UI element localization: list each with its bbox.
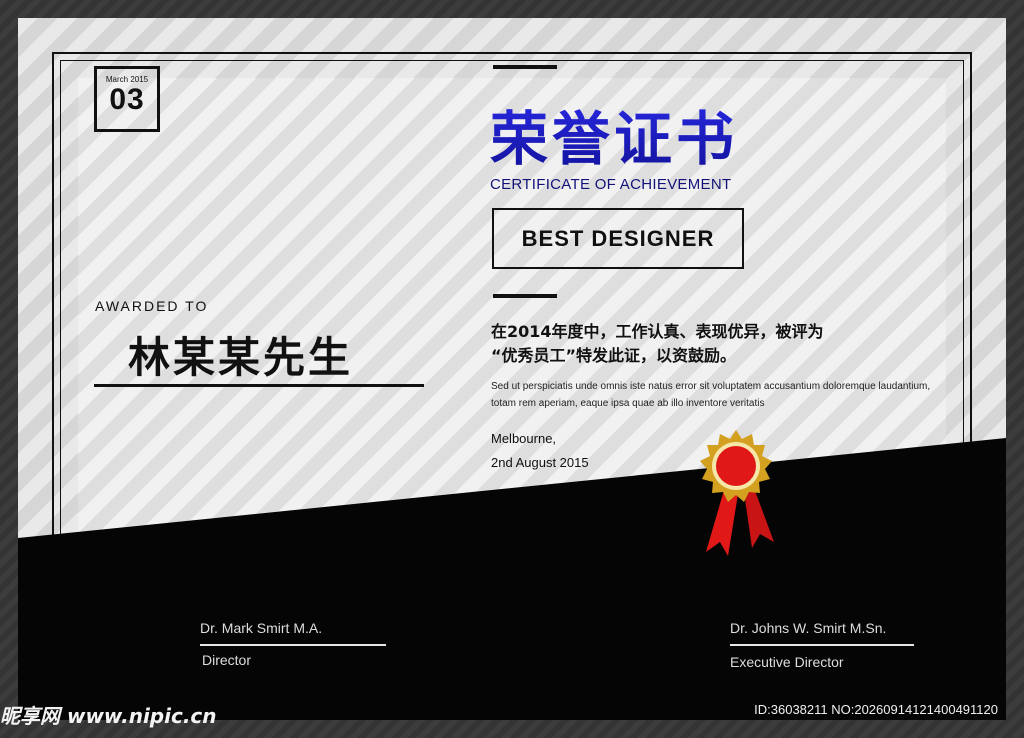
title-rule-bottom: [493, 294, 557, 298]
award-description-line1: 在2014年度中，工作认真、表现优异，被评为: [491, 322, 824, 341]
watermark-logo: 昵享网 www.nipic.cn: [0, 704, 217, 728]
signature-1-line: [200, 644, 386, 646]
watermark-id: ID:36038211 NO:20260914121400491120: [754, 702, 998, 717]
award-description-line2: “优秀员工”特发此证，以资鼓励。: [491, 346, 737, 365]
issue-date: 2nd August 2015: [491, 455, 589, 470]
signature-1-title: Director: [202, 652, 252, 668]
recipient-name: 林某某先生: [128, 333, 354, 382]
signature-2-name: Dr. Johns W. Smirt M.Sn.: [730, 620, 887, 636]
award-description-latin: Sed ut perspiciatis unde omnis iste natu…: [491, 381, 931, 409]
signature-2-line: [730, 644, 914, 646]
award-title: BEST DESIGNER: [492, 208, 744, 269]
signature-2-title: Executive Director: [730, 654, 844, 670]
certificate-subtitle: CERTIFICATE OF ACHIEVEMENT: [490, 176, 732, 193]
award-ribbon-icon: [700, 430, 774, 556]
signature-1-name: Dr. Mark Smirt M.A.: [200, 620, 323, 636]
issue-place: Melbourne,: [491, 431, 557, 446]
date-box: March 2015 03: [94, 66, 160, 132]
date-box-day: 03: [109, 83, 145, 116]
awarded-to-label: AWARDED TO: [95, 298, 209, 314]
title-rule-top: [493, 65, 557, 69]
recipient-underline: [94, 384, 424, 387]
certificate-paper: March 2015 03 荣誉证书 CERTIFICATE OF ACHIEV…: [18, 18, 1006, 720]
certificate-title: 荣誉证书: [490, 92, 738, 176]
award-description-cn: 在2014年度中，工作认真、表现优异，被评为 “优秀员工”特发此证，以资鼓励。: [491, 320, 931, 368]
